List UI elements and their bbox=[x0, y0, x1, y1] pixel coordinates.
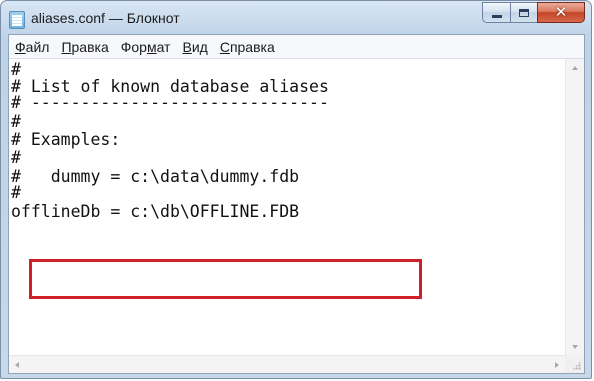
menu-file-rest: айл bbox=[25, 38, 50, 55]
editor-line: # dummy = c:\data\dummy.fdb bbox=[11, 167, 300, 186]
text-editor[interactable]: # # List of known database aliases # ---… bbox=[9, 59, 565, 356]
title-bar[interactable]: aliases.conf — Блокнот ✕ bbox=[1, 1, 591, 35]
minimize-button[interactable] bbox=[482, 2, 510, 23]
horizontal-scrollbar[interactable] bbox=[9, 355, 565, 373]
scroll-right-icon[interactable] bbox=[555, 362, 559, 368]
maximize-icon bbox=[519, 8, 529, 17]
menu-format-prefix: Фор bbox=[120, 38, 147, 55]
editor-line: offlineDb = c:\db\OFFLINE.FDB bbox=[11, 202, 300, 221]
menu-view-rest: ид bbox=[191, 38, 208, 55]
client-area: Файл Правка Формат Вид Справка # # List … bbox=[8, 34, 585, 374]
vertical-scrollbar[interactable] bbox=[565, 59, 584, 356]
window-title: aliases.conf — Блокнот bbox=[31, 10, 180, 26]
menu-bar: Файл Правка Формат Вид Справка bbox=[9, 35, 584, 59]
close-icon: ✕ bbox=[554, 3, 568, 21]
maximize-button[interactable] bbox=[510, 2, 537, 23]
notepad-window: aliases.conf — Блокнот ✕ Файл Правка Фор… bbox=[0, 0, 592, 379]
menu-view-accel: В bbox=[182, 38, 192, 55]
menu-format[interactable]: Формат bbox=[115, 39, 177, 55]
notepad-icon[interactable] bbox=[9, 11, 25, 29]
caption-buttons: ✕ bbox=[482, 2, 585, 24]
highlight-box bbox=[29, 259, 422, 299]
menu-edit-accel: П bbox=[61, 38, 72, 55]
close-button[interactable]: ✕ bbox=[537, 2, 585, 23]
menu-format-accel: м bbox=[146, 38, 157, 55]
minimize-icon bbox=[491, 15, 502, 18]
resize-grip-icon bbox=[572, 361, 581, 370]
scroll-down-icon[interactable] bbox=[572, 345, 578, 349]
size-grip[interactable] bbox=[565, 355, 584, 373]
editor-line: # ------------------------------ bbox=[11, 93, 329, 112]
menu-view[interactable]: Вид bbox=[176, 39, 213, 55]
menu-format-rest: ат bbox=[156, 38, 171, 55]
editor-line: # bbox=[11, 112, 21, 131]
editor-line: # bbox=[11, 183, 21, 202]
editor-line: # Examples: bbox=[11, 130, 121, 149]
menu-edit[interactable]: Правка bbox=[55, 39, 114, 55]
editor-line: # bbox=[11, 148, 21, 167]
menu-help[interactable]: Справка bbox=[214, 39, 281, 55]
menu-help-accel: С bbox=[219, 38, 230, 55]
menu-file[interactable]: Файл bbox=[9, 39, 55, 55]
menu-file-accel: Ф bbox=[15, 38, 26, 55]
menu-help-rest: правка bbox=[229, 38, 275, 55]
menu-edit-rest: равка bbox=[71, 38, 109, 55]
scroll-left-icon[interactable] bbox=[15, 362, 19, 368]
scroll-up-icon[interactable] bbox=[572, 66, 578, 70]
